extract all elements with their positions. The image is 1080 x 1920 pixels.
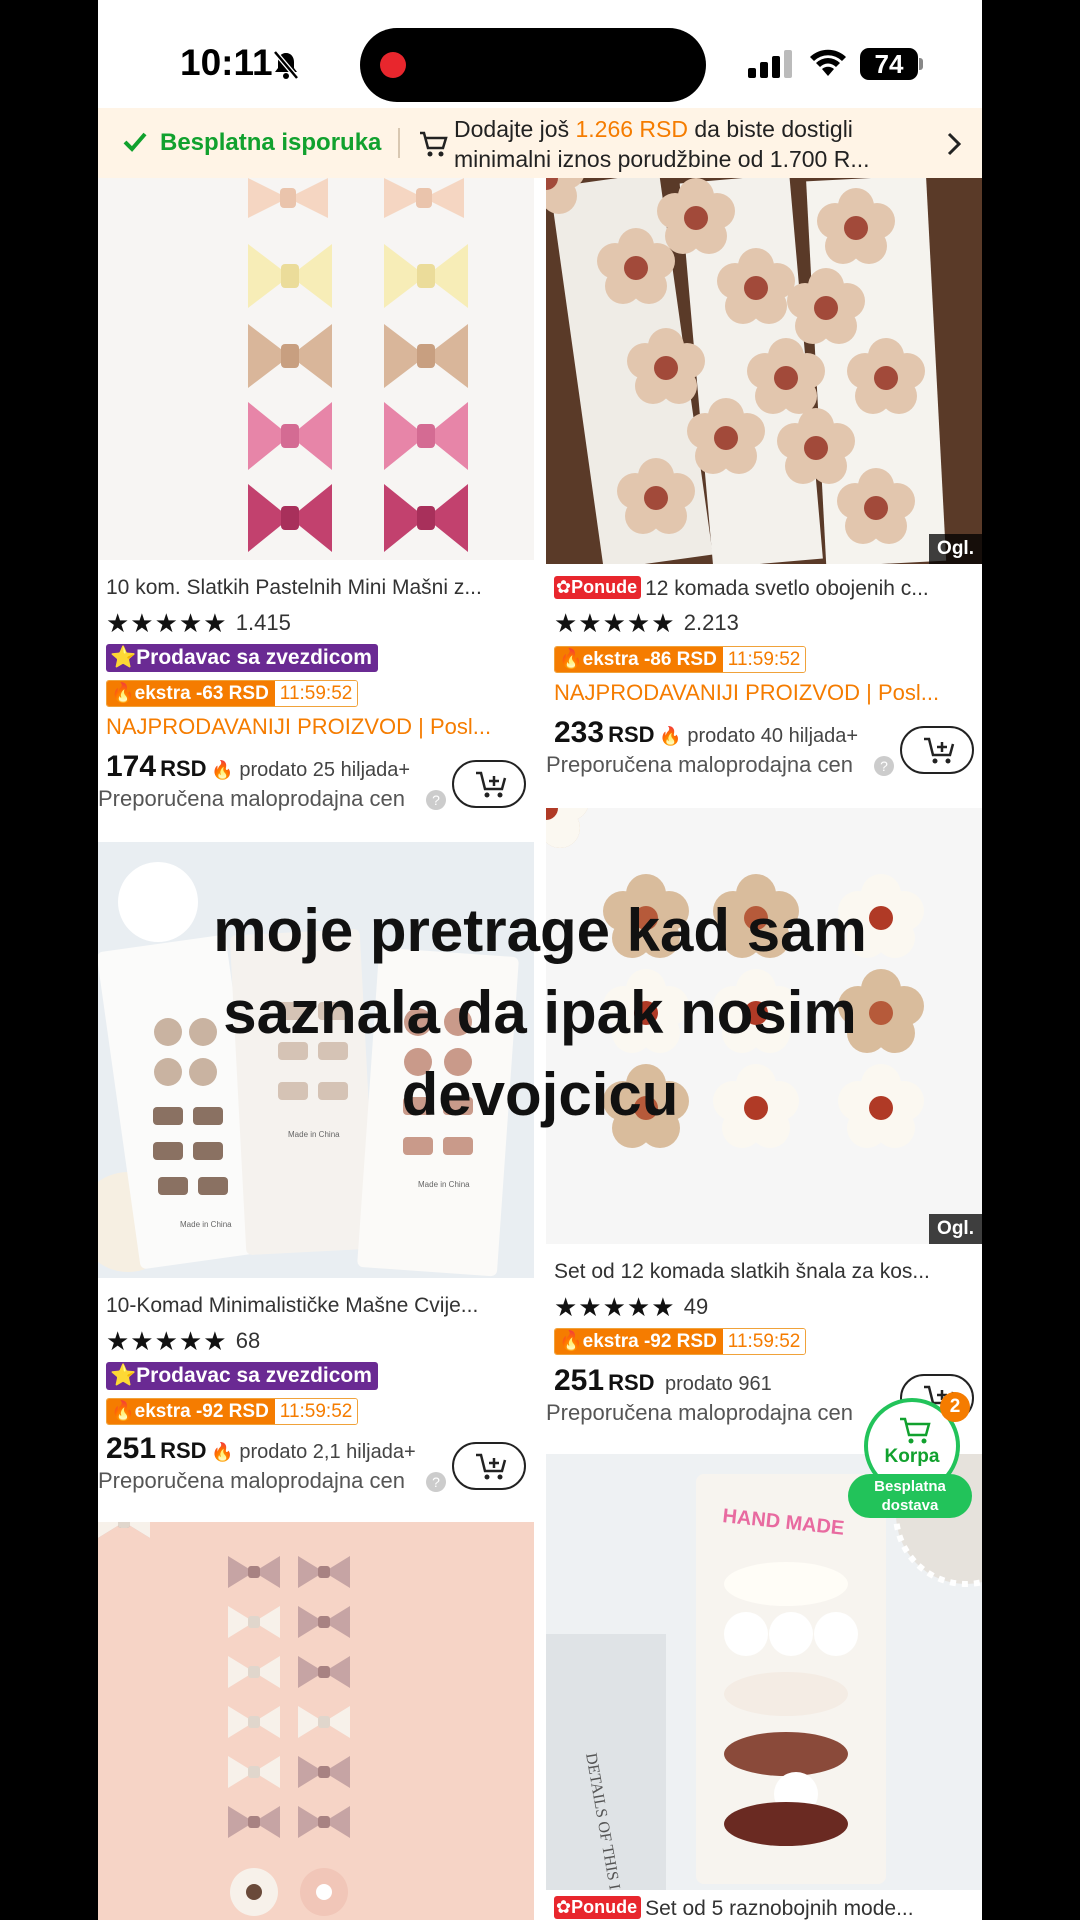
- rating-stars: ★★★★★ 49: [554, 1292, 709, 1322]
- product-image[interactable]: [98, 178, 534, 560]
- dynamic-island: [360, 28, 706, 102]
- flame-icon: 🔥: [559, 649, 583, 670]
- product-card[interactable]: Ogl. ✿Ponude 12 komada svetlo obojenih c.…: [546, 178, 982, 778]
- flame-icon: 🔥: [210, 1442, 234, 1462]
- extra-discount-badge: 🔥ekstra -63 RSD 11:59:52: [106, 680, 359, 707]
- min-order-message: Dodajte još 1.266 RSD da biste dostigli …: [454, 116, 870, 172]
- made-in-china-text: Made in China: [418, 1180, 470, 1189]
- recommended-price: Preporučena maloprodajna cen: [546, 752, 853, 777]
- free-shipping-banner[interactable]: Besplatna isporuka Dodajte još 1.266 RSD…: [98, 108, 982, 178]
- extra-discount-badge: 🔥ekstra -92 RSD 11:59:52: [554, 1328, 807, 1355]
- rating-stars: ★★★★★ 2.213: [554, 608, 739, 638]
- ad-label: Ogl.: [929, 534, 982, 564]
- made-in-china-text: Made in China: [180, 1220, 232, 1229]
- product-card[interactable]: 10 kom. Slatkih Pastelnih Mini Mašni z..…: [98, 178, 534, 811]
- wifi-icon: [810, 49, 846, 76]
- star-icon: ⭐: [110, 646, 137, 669]
- bestseller-label: NAJPRODAVANIJI PROIZVOD | Posl...: [554, 680, 940, 705]
- chevron-right-icon[interactable]: [946, 132, 962, 156]
- extra-discount-badge: 🔥ekstra -86 RSD 11:59:52: [554, 646, 807, 673]
- flame-icon: 🔥: [210, 760, 234, 780]
- price-row: 233 RSD 🔥 prodato 40 hiljada+: [554, 716, 859, 749]
- product-image[interactable]: DETAILS OF THIS IS HAND MADE: [546, 1454, 982, 1890]
- floating-cart-button[interactable]: Korpa 2 Besplatna dostava: [848, 1392, 972, 1518]
- add-to-cart-button[interactable]: [452, 1442, 526, 1490]
- price-row: 251 RSD prodato 961: [554, 1364, 772, 1397]
- recommended-price: Preporučena maloprodajna cen: [546, 1400, 853, 1425]
- product-image[interactable]: Ogl.: [546, 178, 982, 564]
- status-bar: 10:11 74: [98, 0, 982, 108]
- help-icon[interactable]: ?: [874, 756, 894, 776]
- recording-dot: [380, 52, 406, 78]
- cart-icon: [420, 131, 448, 157]
- help-icon[interactable]: ?: [426, 790, 446, 810]
- extra-discount-badge: 🔥ekstra -92 RSD 11:59:52: [106, 1398, 359, 1425]
- product-image[interactable]: [98, 1522, 534, 1920]
- product-title[interactable]: ✿Ponude 12 komada svetlo obojenih c...: [554, 576, 974, 601]
- flame-icon: 🔥: [559, 1331, 583, 1352]
- product-card[interactable]: DETAILS OF THIS IS HAND MADE ✿Ponude Set …: [546, 1454, 982, 1920]
- silent-bell-icon: [273, 50, 299, 80]
- product-card[interactable]: [98, 1522, 534, 1920]
- bestseller-label: NAJPRODAVANIJI PROIZVOD | Posl...: [106, 714, 492, 739]
- flame-icon: 🔥: [111, 683, 135, 704]
- product-title[interactable]: ✿Ponude Set od 5 raznobojnih mode...: [554, 1896, 974, 1920]
- battery-indicator: 74: [860, 48, 924, 80]
- signal-icon: [748, 50, 792, 78]
- promo-badge: ✿Ponude: [554, 576, 642, 599]
- cart-count-badge: 2: [940, 1392, 970, 1422]
- video-caption-overlay: moje pretrage kad sam saznala da ipak no…: [213, 897, 867, 1128]
- app-screen: 10:11 74 Besplatna isporuka Dodajte još …: [98, 0, 982, 1920]
- rating-stars: ★★★★★ 1.415: [106, 608, 291, 638]
- recommended-price: Preporučena maloprodajna cen: [98, 1468, 405, 1493]
- price-row: 174 RSD 🔥 prodato 25 hiljada+: [106, 750, 411, 783]
- check-icon: [123, 132, 147, 152]
- clock: 10:11: [180, 42, 273, 83]
- recommended-price: Preporučena maloprodajna cen: [98, 786, 405, 811]
- free-delivery-pill: Besplatna dostava: [848, 1474, 972, 1518]
- cart-label: Korpa: [884, 1446, 940, 1467]
- free-shipping-label: Besplatna isporuka: [160, 129, 382, 156]
- cart-icon: [900, 1417, 931, 1444]
- help-icon[interactable]: ?: [426, 1472, 446, 1492]
- promo-badge: ✿Ponude: [554, 1896, 642, 1919]
- add-to-cart-button[interactable]: [900, 726, 974, 774]
- product-title[interactable]: Set od 12 komada slatkih šnala za kos...: [554, 1260, 974, 1284]
- flame-icon: 🔥: [111, 1401, 135, 1422]
- star-seller-badge: ⭐Prodavac sa zvezdicom: [106, 644, 378, 672]
- product-title[interactable]: 10 kom. Slatkih Pastelnih Mini Mašni z..…: [106, 576, 526, 600]
- rating-stars: ★★★★★ 68: [106, 1326, 261, 1356]
- star-icon: ⭐: [110, 1364, 137, 1387]
- flame-icon: 🔥: [658, 726, 682, 746]
- product-title[interactable]: 10-Komad Minimalističke Mašne Cvije...: [106, 1294, 526, 1318]
- ad-label: Ogl.: [929, 1214, 982, 1244]
- divider: [398, 128, 400, 158]
- price-row: 251 RSD 🔥 prodato 2,1 hiljada+: [106, 1432, 416, 1465]
- star-seller-badge: ⭐Prodavac sa zvezdicom: [106, 1362, 378, 1390]
- add-to-cart-button[interactable]: [452, 760, 526, 808]
